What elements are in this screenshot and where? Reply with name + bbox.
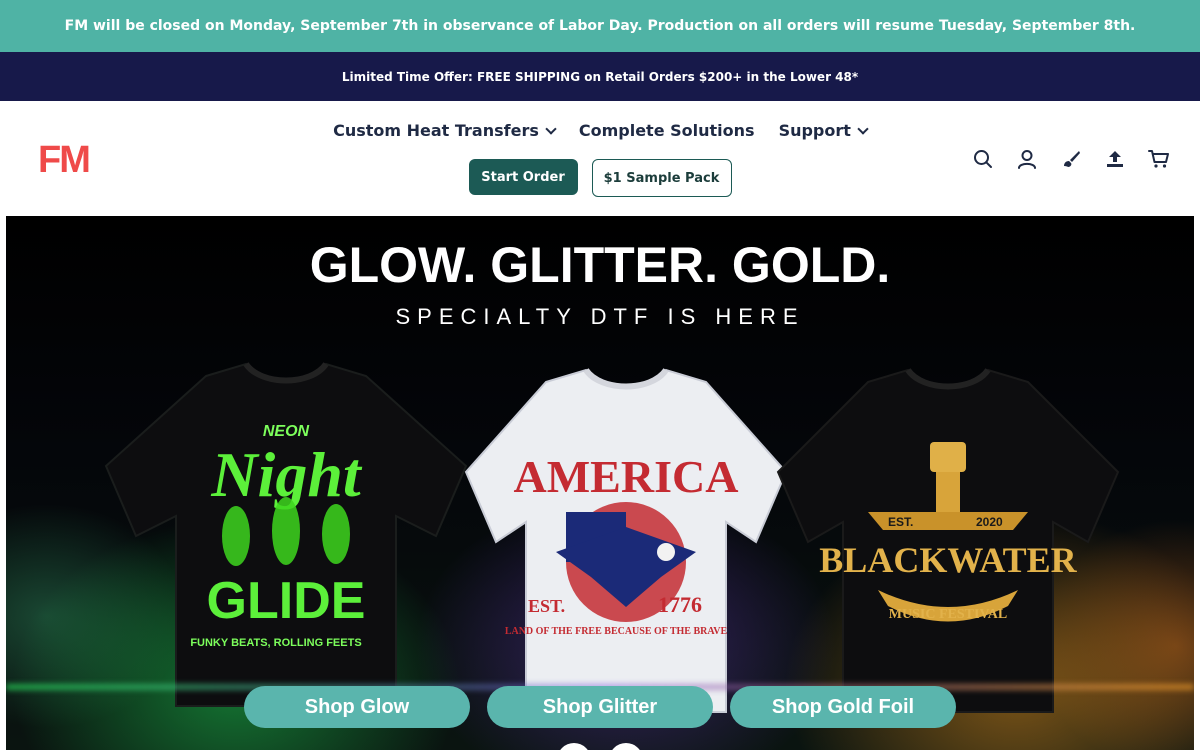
nav-custom-heat-transfers[interactable]: Custom Heat Transfers [333, 121, 557, 140]
gold-shirt-est: EST. [888, 515, 913, 529]
cart-icon[interactable] [1148, 148, 1170, 170]
glow-shirt-image: NEON Night GLIDE FUNKY BEATS, ROLLING FE… [96, 356, 476, 716]
search-icon[interactable] [972, 148, 994, 170]
shop-glow-button[interactable]: Shop Glow [244, 686, 470, 728]
glow-shirt-line4: FUNKY BEATS, ROLLING FEETS [190, 637, 361, 649]
gold-foil-shirt-image: EST. 2020 BLACKWATER MUSIC FESTIVAL [758, 362, 1138, 722]
gold-shirt-sub: MUSIC FESTIVAL [889, 607, 1007, 622]
nav-label: Custom Heat Transfers [333, 121, 539, 140]
glitter-shirt-year: 1776 [658, 592, 702, 617]
gold-shirt-name: BLACKWATER [819, 540, 1077, 580]
brush-icon[interactable] [1060, 148, 1082, 170]
carousel-dot[interactable] [557, 743, 591, 750]
nav-complete-solutions[interactable]: Complete Solutions [579, 121, 755, 140]
hero-shop-buttons: Shop Glow Shop Glitter Shop Gold Foil [6, 686, 1194, 728]
site-header: FM Custom Heat Transfers Complete Soluti… [0, 101, 1200, 216]
glow-shirt-line3: GLIDE [207, 572, 366, 630]
header-icons [972, 148, 1170, 170]
chevron-down-icon [545, 122, 557, 135]
upload-icon[interactable] [1104, 148, 1126, 170]
announcement-bar: FM will be closed on Monday, September 7… [0, 0, 1200, 52]
promo-bar: Limited Time Offer: FREE SHIPPING on Ret… [0, 52, 1200, 101]
main-nav: Custom Heat Transfers Complete Solutions… [0, 121, 1200, 140]
carousel-dot[interactable] [609, 743, 643, 750]
account-icon[interactable] [1016, 148, 1038, 170]
glitter-shirt-est: EST. [528, 596, 565, 616]
shop-glitter-button[interactable]: Shop Glitter [487, 686, 713, 728]
hero-subtitle: SPECIALTY DTF IS HERE [395, 304, 805, 329]
glitter-shirt-line1: AMERICA [514, 451, 739, 502]
gold-shirt-year: 2020 [976, 515, 1003, 529]
start-order-button[interactable]: Start Order [468, 159, 578, 195]
nav-label: Complete Solutions [578, 121, 755, 140]
nav-label: Support [778, 121, 851, 140]
nav-support[interactable]: Support [778, 121, 869, 140]
chevron-down-icon [857, 122, 869, 135]
sample-pack-button[interactable]: $1 Sample Pack [591, 159, 732, 197]
promo-text: Limited Time Offer: FREE SHIPPING on Ret… [341, 69, 859, 84]
shop-gold-foil-button[interactable]: Shop Gold Foil [730, 686, 956, 728]
hero-title: GLOW. GLITTER. GOLD. [309, 237, 891, 293]
announcement-text: FM will be closed on Monday, September 7… [64, 18, 1136, 34]
glitter-shirt-tagline: LAND OF THE FREE BECAUSE OF THE BRAVE [505, 626, 728, 637]
glow-shirt-line1: NEON [263, 423, 310, 440]
hero-banner[interactable]: GLOW. GLITTER. GOLD. SPECIALTY DTF IS HE… [6, 216, 1194, 750]
carousel-dots [6, 743, 1194, 750]
